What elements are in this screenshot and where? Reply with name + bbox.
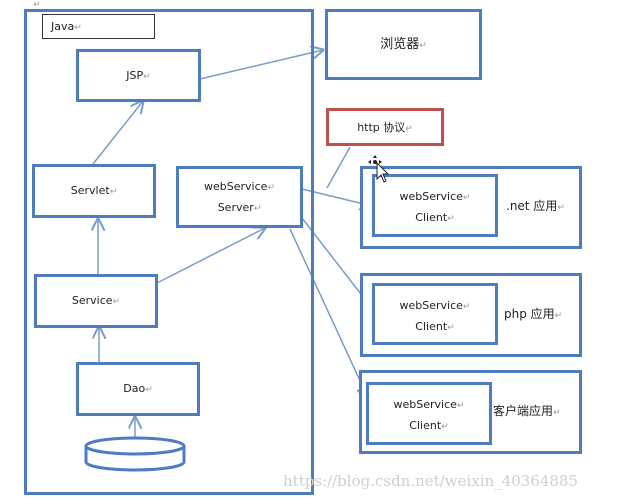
- php-app-label: php 应用: [504, 307, 555, 321]
- client-client-line2: Client: [409, 419, 442, 432]
- http-protocol-node: http 协议↵: [326, 108, 444, 146]
- move-cursor-icon: [368, 155, 390, 183]
- net-client-line1: webService: [399, 190, 463, 203]
- service-label: Service: [71, 294, 113, 307]
- jsp-node: JSP↵: [76, 49, 201, 102]
- net-client-node: webService↵ Client↵: [372, 174, 498, 237]
- java-label-box: Java↵: [42, 14, 155, 39]
- client-app-label: 客户端应用: [493, 404, 554, 418]
- client-client-line1: webService: [393, 398, 457, 411]
- net-client-line2: Client: [415, 211, 448, 224]
- watermark-url: https://blog.csdn.net/weixin_40364885: [283, 472, 579, 490]
- http-label: http 协议: [357, 121, 406, 134]
- service-node: Service↵: [34, 274, 158, 328]
- client-client-node: webService↵ Client↵: [366, 382, 492, 445]
- servlet-node: Servlet↵: [32, 164, 156, 218]
- servlet-label: Servlet: [70, 184, 110, 197]
- php-client-line1: webService: [399, 299, 463, 312]
- webservice-server-node: webService↵ Server↵: [176, 166, 303, 228]
- jsp-label: JSP: [126, 69, 144, 82]
- ws-server-line1: webService: [204, 180, 268, 193]
- php-client-node: webService↵ Client↵: [372, 283, 498, 345]
- edge-http-annotation: [326, 146, 351, 189]
- browser-label: 浏览器: [380, 37, 420, 52]
- dao-label: Dao: [123, 382, 146, 395]
- dao-node: Dao↵: [76, 362, 200, 416]
- php-client-line2: Client: [415, 320, 448, 333]
- browser-node: 浏览器↵: [325, 9, 482, 80]
- net-app-label: .net 应用: [506, 199, 558, 213]
- ws-server-line2: Server: [217, 201, 254, 214]
- java-label: Java↵: [51, 20, 82, 33]
